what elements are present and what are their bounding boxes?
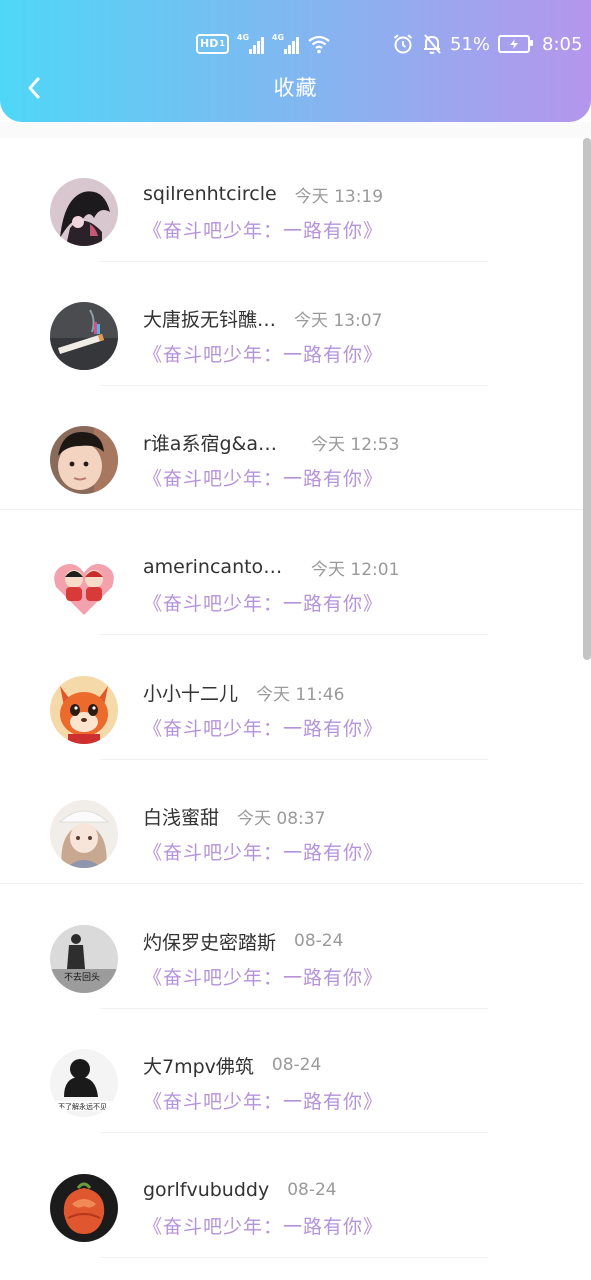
list-item[interactable]: 白浅蜜甜 今天 08:37 《奋斗吧少年：一路有你》 (0, 760, 583, 884)
avatar[interactable]: 不去回头 (50, 925, 118, 993)
hd-sub: 1 (219, 39, 225, 48)
hd-label: HD (200, 37, 219, 50)
alarm-icon (393, 34, 413, 54)
list-item[interactable]: gorlfvubuddy 08-24 《奋斗吧少年：一路有你》 (0, 1134, 583, 1258)
avatar[interactable] (50, 426, 118, 494)
timestamp: 今天 13:07 (294, 310, 383, 331)
mute-bell-icon (424, 34, 441, 54)
avatar-text: 不了解永远不见 (58, 1102, 107, 1111)
timestamp: 今天 11:46 (256, 684, 345, 705)
favorites-list[interactable]: sqilrenhtcircle 今天 13:19 《奋斗吧少年：一路有你》 大唐… (0, 138, 591, 1280)
timestamp: 今天 12:01 (311, 559, 400, 580)
wifi-icon (308, 35, 330, 54)
work-title-link[interactable]: 《奋斗吧少年：一路有你》 (143, 963, 383, 990)
list-item[interactable]: sqilrenhtcircle 今天 13:19 《奋斗吧少年：一路有你》 (0, 138, 583, 262)
avatar[interactable] (50, 178, 118, 246)
divider (0, 509, 583, 510)
avatar[interactable] (50, 676, 118, 744)
work-title-link[interactable]: 《奋斗吧少年：一路有你》 (143, 1087, 383, 1114)
work-title-link[interactable]: 《奋斗吧少年：一路有你》 (143, 1212, 383, 1239)
user-name: 大唐扳无钭醮… (143, 308, 277, 331)
avatar[interactable] (50, 302, 118, 370)
scrollbar[interactable] (583, 138, 591, 660)
list-item[interactable]: 不了解永远不见 大7mpv佛筑 08-24 《奋斗吧少年：一路有你》 (0, 1009, 583, 1133)
user-name: 大7mpv佛筑 (143, 1055, 254, 1078)
net-label: 4G (271, 33, 285, 42)
divider (100, 1132, 488, 1133)
timestamp: 08-24 (271, 1055, 322, 1075)
list-item[interactable]: amerincantouri… 今天 12:01 《奋斗吧少年：一路有你》 (0, 511, 583, 635)
work-title-link[interactable]: 《奋斗吧少年：一路有你》 (143, 589, 383, 616)
net-label: 4G (236, 33, 250, 42)
timestamp: 今天 08:37 (237, 808, 326, 829)
user-name: r谁a系宿g&am… (143, 432, 293, 455)
page-title: 收藏 (273, 76, 318, 100)
divider (0, 883, 583, 884)
user-name: 白浅蜜甜 (143, 806, 220, 829)
hd-icon: HD 1 (196, 34, 229, 54)
user-name: amerincantouri… (143, 556, 293, 578)
header-separator (0, 122, 591, 138)
avatar[interactable] (50, 1174, 118, 1242)
avatar[interactable] (50, 551, 118, 619)
work-title-link[interactable]: 《奋斗吧少年：一路有你》 (143, 838, 383, 865)
timestamp: 08-24 (287, 1180, 337, 1200)
list-item[interactable]: 不去回头 灼保罗史密踏斯 08-24 《奋斗吧少年：一路有你》 (0, 885, 583, 1009)
work-title-link[interactable]: 《奋斗吧少年：一路有你》 (143, 216, 383, 243)
user-name: 灼保罗史密踏斯 (143, 931, 277, 954)
signal-4g-icon: 4G (271, 33, 299, 54)
divider (100, 1257, 488, 1258)
timestamp: 今天 12:53 (311, 434, 400, 455)
timestamp: 今天 13:19 (294, 186, 384, 207)
user-name: 小小十二儿 (143, 682, 239, 705)
user-name: gorlfvubuddy (143, 1179, 270, 1201)
work-title-link[interactable]: 《奋斗吧少年：一路有你》 (143, 714, 383, 741)
signal-4g-icon: 4G (236, 33, 264, 54)
list-item[interactable]: 大唐扳无钭醮… 今天 13:07 《奋斗吧少年：一路有你》 (0, 262, 583, 386)
status-time: 8:05 (542, 33, 583, 55)
status-bar: HD 1 4G 4G 51% 8:05 (0, 28, 591, 60)
battery-charging-icon (498, 35, 534, 53)
avatar[interactable]: 不了解永远不见 (50, 1049, 118, 1117)
divider (100, 634, 488, 635)
avatar-text: 不去回头 (64, 971, 100, 983)
list-item[interactable]: r谁a系宿g&am… 今天 12:53 《奋斗吧少年：一路有你》 (0, 386, 583, 510)
battery-percent: 51% (450, 33, 491, 55)
timestamp: 08-24 (294, 931, 344, 951)
list-item[interactable]: 小小十二儿 今天 11:46 《奋斗吧少年：一路有你》 (0, 636, 583, 760)
header: HD 1 4G 4G 51% 8:05 收藏 (0, 0, 591, 122)
work-title-link[interactable]: 《奋斗吧少年：一路有你》 (143, 340, 383, 367)
user-name: sqilrenhtcircle (143, 183, 277, 205)
avatar[interactable] (50, 800, 118, 868)
work-title-link[interactable]: 《奋斗吧少年：一路有你》 (143, 464, 383, 491)
